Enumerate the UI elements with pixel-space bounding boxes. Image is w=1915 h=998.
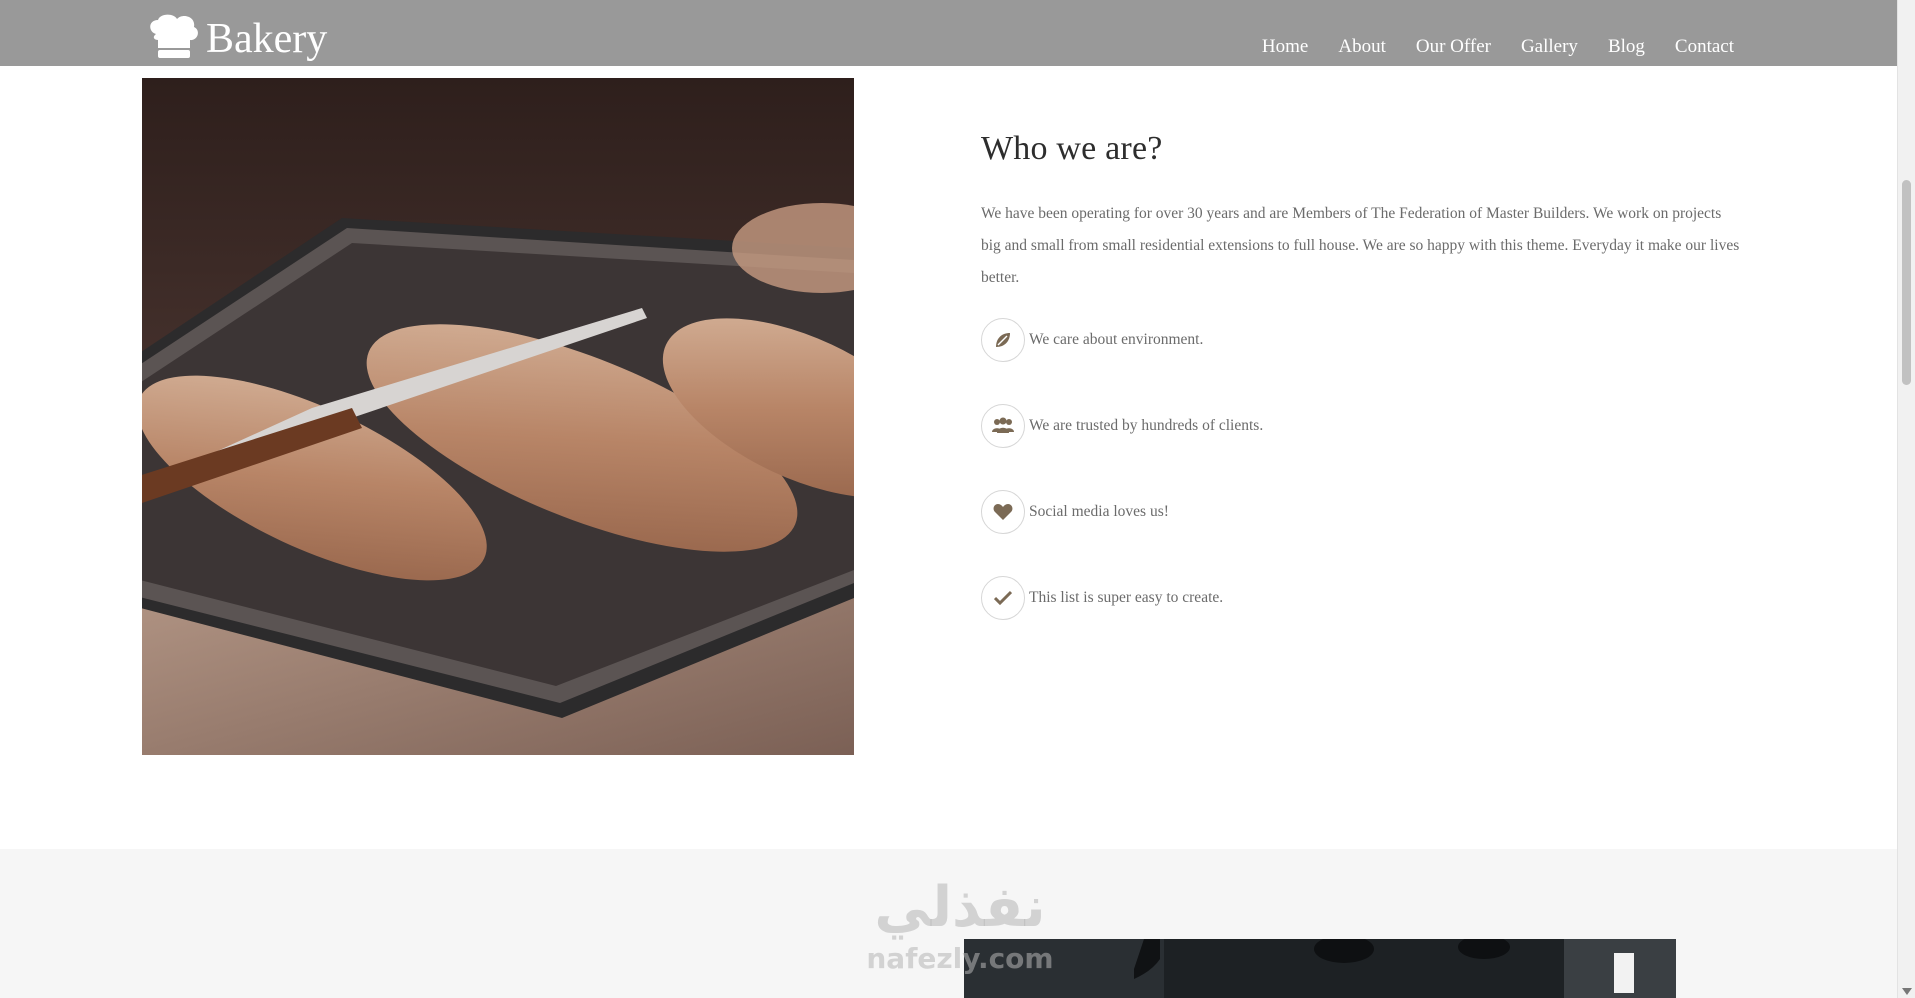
users-icon [981, 404, 1025, 448]
about-description: We have been operating for over 30 years… [981, 205, 1740, 286]
feature-text: We care about environment. [1029, 331, 1204, 348]
watermark-latin: nafezly.com [866, 942, 1054, 975]
brand-name: Bakery [206, 16, 328, 62]
feature-list: We care about environment. We are truste… [981, 318, 1741, 620]
feature-item-social: Social media loves us! [981, 490, 1741, 534]
feature-text: This list is super easy to create. [1029, 589, 1224, 606]
nav-about[interactable]: About [1338, 36, 1386, 58]
about-title: Who we are? [981, 130, 1163, 167]
main-nav: Home About Our Offer Gallery Blog Contac… [1262, 36, 1734, 58]
feature-text: We are trusted by hundreds of clients. [1029, 417, 1264, 434]
heart-icon [981, 490, 1025, 534]
page-scrollbar[interactable] [1897, 0, 1915, 998]
nav-contact[interactable]: Contact [1675, 36, 1734, 58]
feature-item-clients: We are trusted by hundreds of clients. [981, 404, 1741, 448]
nav-home[interactable]: Home [1262, 36, 1308, 58]
check-icon [981, 576, 1025, 620]
watermark: نفذلي nafezly.com [850, 875, 1070, 976]
bread-photo [142, 78, 854, 755]
brand-logo[interactable]: Bakery [146, 14, 327, 64]
feature-item-easy: This list is super easy to create. [981, 576, 1741, 620]
scroll-down-arrow-icon[interactable] [1902, 988, 1912, 995]
leaf-icon [981, 318, 1025, 362]
feature-item-environment: We care about environment. [981, 318, 1741, 362]
feature-text: Social media loves us! [1029, 503, 1169, 520]
nav-gallery[interactable]: Gallery [1521, 36, 1578, 58]
watermark-arabic: نفذلي [874, 875, 1046, 940]
nav-blog[interactable]: Blog [1608, 36, 1645, 58]
kitchen-photo [964, 939, 1676, 998]
scrollbar-thumb[interactable] [1902, 180, 1911, 385]
site-header: Bakery Home About Our Offer Gallery Blog… [0, 0, 1898, 66]
about-section: Who we are? We have been operating for o… [981, 130, 1741, 662]
chef-hat-icon [146, 14, 200, 64]
nav-our-offer[interactable]: Our Offer [1416, 36, 1491, 58]
